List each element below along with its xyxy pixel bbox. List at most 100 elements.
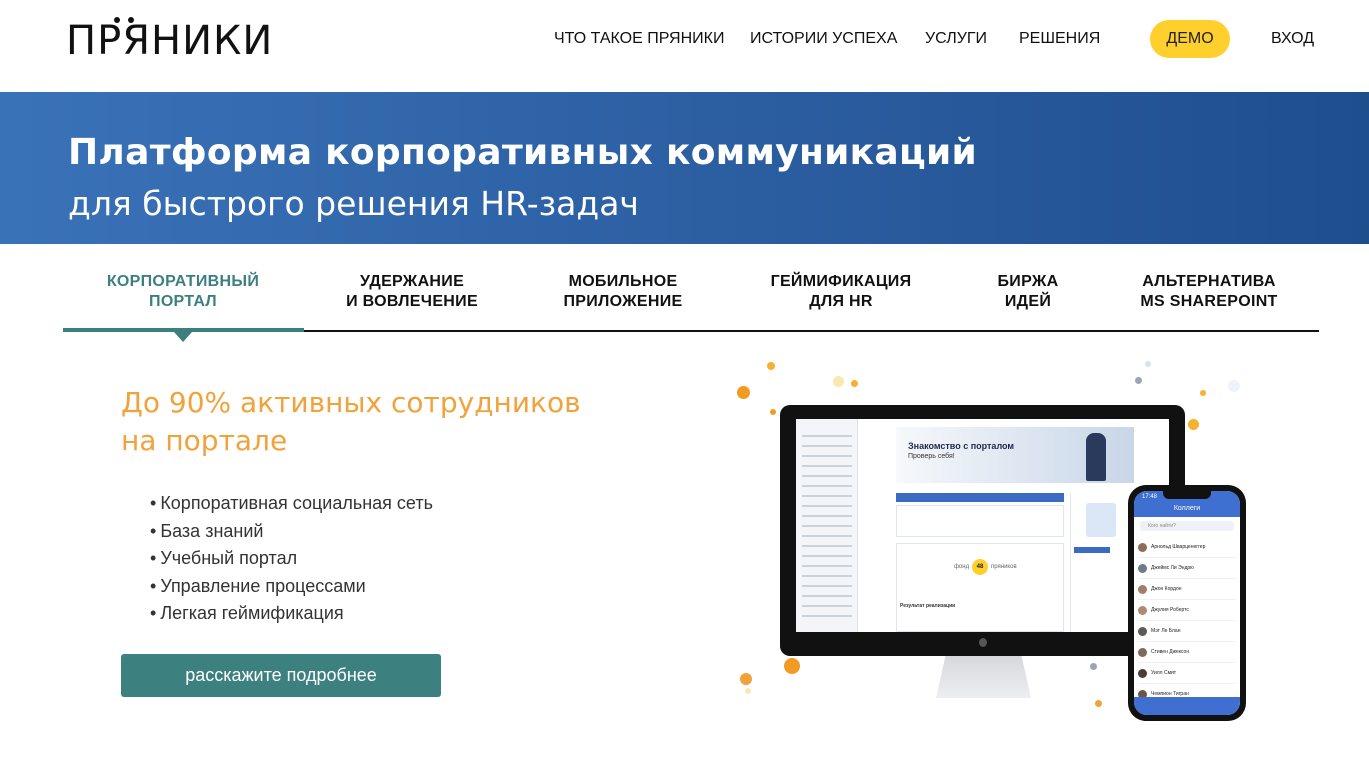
avatar: [1138, 584, 1147, 594]
feature-list: • Корпоративная социальная сеть • База зна…: [150, 490, 433, 628]
phone-screen: 17:48 Коллеги Кого найти? Арнольд Шварце…: [1134, 491, 1240, 715]
contact-name: Мэт Ле Блан: [1151, 628, 1181, 634]
tab-gamification[interactable]: ГЕЙМИФИКАЦИЯ ДЛЯ HR: [746, 272, 936, 312]
bubble-dot: [833, 376, 844, 387]
bubble-dot: [767, 362, 775, 370]
logo-dots-icon: [114, 17, 134, 23]
screen-menu-bar: [896, 493, 1064, 502]
contact-name: Арнольд Шварценеггер: [1151, 544, 1206, 550]
contact-name: Стивен Джексон: [1151, 649, 1190, 655]
learn-more-button[interactable]: расскажите подробнее: [121, 654, 441, 697]
screen-banner-subtitle: Проверь себя!: [908, 453, 955, 460]
list-item: Уилл Смит: [1138, 663, 1236, 684]
content-headline: До 90% активных сотрудников на портале: [121, 384, 581, 460]
avatar: [1138, 626, 1147, 636]
list-item: Джулия Робертс: [1138, 600, 1236, 621]
bubble-dot: [740, 673, 752, 685]
site-header: ПРЯНИКИ ЧТО ТАКОЕ ПРЯНИКИ ИСТОРИИ УСПЕХА…: [0, 0, 1369, 92]
screen-post-box: [896, 505, 1064, 537]
hero-banner: Платформа корпоративных коммуникаций для…: [0, 92, 1369, 244]
screen-section-title: Результат реализации: [900, 603, 956, 609]
tab-label-line2: ПОРТАЛ: [149, 293, 217, 310]
screen-sidebar-lines: [802, 435, 852, 625]
tab-retention[interactable]: УДЕРЖАНИЕ И ВОВЛЕЧЕНИЕ: [322, 272, 502, 312]
feature-label: База знаний: [160, 520, 264, 541]
list-item: Стивен Джексон: [1138, 642, 1236, 663]
bubble-dot: [1228, 380, 1240, 392]
bubble-dot: [745, 688, 751, 694]
bubble-dot: [1095, 700, 1102, 707]
demo-button[interactable]: ДЕМО: [1150, 20, 1230, 58]
avatar: [1138, 668, 1147, 678]
list-item: • Корпоративная социальная сеть: [150, 493, 433, 513]
screen-coins-badge: 48: [972, 559, 988, 575]
screen-right-image: [1086, 503, 1116, 537]
logo[interactable]: ПРЯНИКИ: [66, 20, 273, 62]
headline-line1: До 90% активных сотрудников: [121, 386, 581, 419]
devices-illustration: Знакомство с порталом Проверь себя! 48 ф…: [700, 355, 1260, 755]
bubble-dot: [1145, 361, 1151, 367]
login-link[interactable]: ВХОД: [1271, 28, 1314, 50]
screen-person-icon: [1086, 433, 1106, 481]
phone-time: 17:48: [1142, 494, 1158, 500]
contact-name: Джон Кордон: [1151, 586, 1182, 592]
nav-what-is[interactable]: ЧТО ТАКОЕ ПРЯНИКИ: [554, 28, 724, 50]
nav-solutions[interactable]: РЕШЕНИЯ: [1019, 28, 1100, 50]
tab-label-line2: И ВОВЛЕЧЕНИЕ: [346, 293, 478, 310]
bubble-dot: [851, 380, 858, 387]
headline-line2: на портале: [121, 424, 288, 457]
list-item: Мэт Ле Блан: [1138, 621, 1236, 642]
bubble-dot: [784, 658, 800, 674]
bubble-dot: [1188, 419, 1199, 430]
bubble-dot: [770, 409, 776, 415]
list-item: • База знаний: [150, 520, 264, 541]
tab-label-line1: ГЕЙМИФИКАЦИЯ: [770, 273, 912, 290]
bubble-dot: [1135, 377, 1142, 384]
phone-notch: [1163, 491, 1211, 499]
feature-label: Управление процессами: [160, 575, 366, 596]
contact-name: Джулия Робертс: [1151, 607, 1189, 613]
tab-sharepoint-alternative[interactable]: АЛЬТЕРНАТИВА MS SHAREPOINT: [1124, 272, 1294, 312]
tab-label-line2: ИДЕЙ: [1004, 293, 1052, 310]
list-item: • Легкая геймификация: [150, 603, 344, 623]
bubble-dot: [737, 386, 750, 399]
list-item: Джеймс Ли Эндрю: [1138, 558, 1236, 579]
monitor-logo-icon: [979, 638, 987, 647]
monitor-stand: [936, 656, 1031, 698]
contact-name: Уилл Смит: [1151, 670, 1177, 676]
banner-subtitle: для быстрого решения HR-задач: [68, 184, 639, 223]
nav-success-stories[interactable]: ИСТОРИИ УСПЕХА: [750, 28, 897, 50]
tab-label-line1: БИРЖА: [997, 273, 1059, 290]
bubble-dot: [1090, 663, 1097, 670]
desktop-screen: Знакомство с порталом Проверь себя! 48 ф…: [796, 419, 1169, 632]
nav-services[interactable]: УСЛУГИ: [925, 28, 987, 50]
screen-coins-label-left: фонд: [954, 564, 970, 570]
banner-title: Платформа корпоративных коммуникаций: [68, 132, 978, 173]
feature-label: Корпоративная социальная сеть: [160, 493, 433, 513]
tab-label-line1: АЛЬТЕРНАТИВА: [1142, 273, 1276, 290]
tab-label-line2: ПРИЛОЖЕНИЕ: [563, 293, 683, 310]
screen-banner-title: Знакомство с порталом: [908, 441, 1015, 451]
tab-corporate-portal[interactable]: КОРПОРАТИВНЫЙ ПОРТАЛ: [83, 272, 283, 312]
active-tab-arrow-icon: [174, 332, 192, 342]
phone-search: Кого найти?: [1140, 521, 1234, 531]
tab-label-line1: КОРПОРАТИВНЫЙ: [106, 273, 260, 290]
tab-ideas-exchange[interactable]: БИРЖА ИДЕЙ: [978, 272, 1078, 312]
list-item: • Учебный портал: [150, 548, 298, 568]
tab-label-line1: УДЕРЖАНИЕ: [359, 273, 465, 290]
screen-right-button: [1074, 547, 1110, 553]
phone-tabbar: [1134, 697, 1240, 715]
tab-label-line1: МОБИЛЬНОЕ: [568, 273, 678, 290]
screen-coins-label-right: пряников: [991, 564, 1017, 570]
avatar: [1138, 563, 1147, 573]
phone-title: Коллеги: [1173, 505, 1201, 512]
contact-name: Джеймс Ли Эндрю: [1151, 565, 1194, 571]
phone-contacts-list: Арнольд Шварценеггер Джеймс Ли Эндрю Джо…: [1138, 537, 1236, 705]
list-item: Джон Кордон: [1138, 579, 1236, 600]
feature-label: Учебный портал: [160, 548, 298, 568]
tab-mobile-app[interactable]: МОБИЛЬНОЕ ПРИЛОЖЕНИЕ: [543, 272, 703, 312]
feature-label: Легкая геймификация: [160, 603, 344, 623]
tab-label-line2: ДЛЯ HR: [809, 293, 873, 310]
list-item: • Управление процессами: [150, 575, 366, 596]
avatar: [1138, 605, 1147, 615]
